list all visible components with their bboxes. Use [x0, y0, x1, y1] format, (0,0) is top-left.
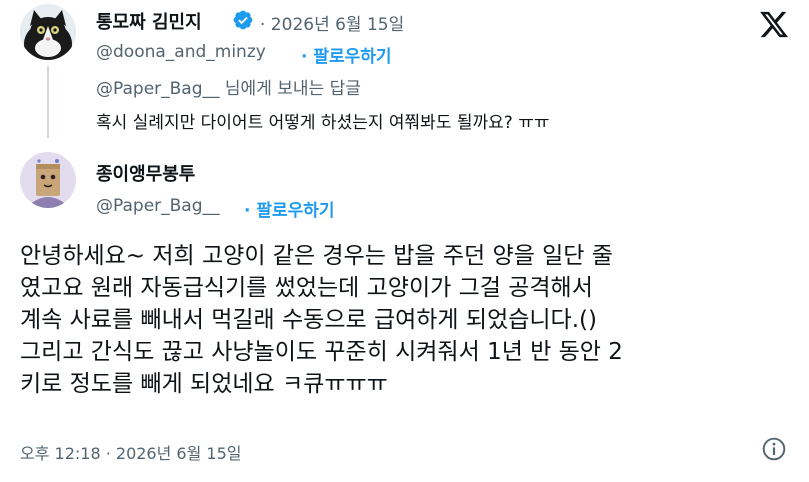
thread-connector-line — [47, 66, 49, 138]
post-handle[interactable]: @Paper_Bag__ — [96, 196, 220, 216]
post-display-name[interactable]: 종이앵무봉투 — [96, 160, 195, 186]
quoted-handle[interactable]: @doona_and_minzy — [96, 42, 266, 62]
cat-avatar-icon — [20, 4, 76, 60]
paper-bag-avatar-icon — [20, 152, 76, 208]
quoted-tweet-text: 혹시 실례지만 다이어트 어떻게 하셨는지 여쭤봐도 될까요? ㅠㅠ — [96, 113, 550, 133]
quoted-follow-button[interactable]: · 팔로우하기 — [301, 42, 392, 67]
x-logo-icon[interactable] — [757, 9, 791, 40]
post-follow-button[interactable]: · 팔로우하기 — [244, 196, 335, 221]
quoted-date[interactable]: · 2026년 6월 15일 — [260, 10, 404, 35]
post-avatar[interactable] — [20, 152, 76, 208]
post-timestamp[interactable]: 오후 12:18 · 2026년 6월 15일 — [20, 440, 241, 464]
verified-badge-icon — [232, 9, 254, 31]
post-text: 안녕하세요~ 저희 고양이 같은 경우는 밥을 주던 양을 일단 줄 였고요 원… — [20, 243, 623, 397]
replying-to-label[interactable]: @Paper_Bag__ 님에게 보내는 답글 — [96, 74, 361, 99]
info-icon[interactable] — [761, 436, 787, 462]
quoted-avatar[interactable] — [20, 4, 76, 60]
quoted-display-name[interactable]: 통모짜 김민지 — [96, 8, 202, 34]
